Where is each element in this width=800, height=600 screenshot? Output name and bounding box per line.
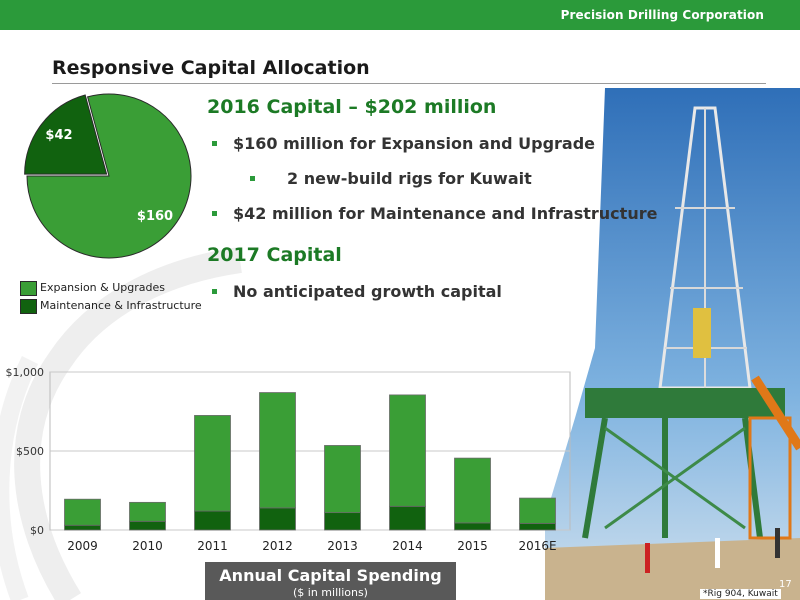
bullet-maintenance: $42 million for Maintenance and Infrastr…	[212, 204, 657, 223]
bar-expansion-2010	[129, 501, 166, 522]
x-tick-label: 2014	[392, 539, 423, 553]
slide-title: Responsive Capital Allocation	[52, 57, 370, 79]
legend-swatch	[20, 281, 37, 296]
page-number: 17	[779, 579, 792, 590]
x-tick-label: 2012	[262, 539, 293, 553]
legend-item-expansion: Expansion & Upgrades	[20, 281, 210, 296]
chart-subtitle: ($ in millions)	[293, 586, 368, 599]
legend-swatch	[20, 299, 37, 314]
bullet-marker	[212, 289, 217, 294]
bar-expansion-2011	[194, 415, 231, 512]
bar-maintenance-2012	[259, 507, 296, 531]
bullet-text: No anticipated growth capital	[233, 282, 502, 301]
bullet-text: $42 million for Maintenance and Infrastr…	[233, 204, 658, 223]
header-bar: Precision Drilling Corporation	[0, 0, 800, 30]
bullet-kuwait-rigs: 2 new-build rigs for Kuwait	[250, 169, 532, 188]
legend-label: Expansion & Upgrades	[40, 281, 165, 294]
bar-maintenance-2010	[129, 520, 166, 531]
x-tick-label: 2009	[67, 539, 98, 553]
bullet-expansion: $160 million for Expansion and Upgrade	[212, 134, 595, 153]
bar-expansion-2016E	[519, 497, 556, 524]
capital-2017-heading: 2017 Capital	[207, 244, 342, 266]
x-tick-label: 2015	[457, 539, 488, 553]
y-tick-label: $500	[16, 445, 44, 458]
bar-expansion-2014	[389, 394, 426, 507]
chart-title-box: Annual Capital Spending ($ in millions)	[205, 562, 456, 600]
bullet-marker	[212, 141, 217, 146]
bullet-no-growth: No anticipated growth capital	[212, 282, 502, 301]
bar-expansion-2012	[259, 392, 296, 509]
bullet-text: 2 new-build rigs for Kuwait	[287, 169, 532, 188]
chart-title: Annual Capital Spending	[219, 566, 442, 585]
legend-item-maintenance: Maintenance & Infrastructure	[20, 299, 210, 314]
capital-2016-heading: 2016 Capital – $202 million	[207, 96, 497, 118]
x-tick-label: 2016E	[518, 539, 556, 553]
pie-label-expansion: $160	[137, 209, 173, 224]
photo-caption: *Rig 904, Kuwait	[700, 589, 781, 599]
x-tick-label: 2011	[197, 539, 228, 553]
bullet-marker	[212, 211, 217, 216]
bar-maintenance-2015	[454, 522, 491, 531]
bullet-text: $160 million for Expansion and Upgrade	[233, 134, 596, 153]
bar-maintenance-2011	[194, 510, 231, 531]
title-divider	[52, 83, 766, 84]
bar-expansion-2015	[454, 457, 491, 524]
bullet-marker	[250, 176, 255, 181]
bar-maintenance-2016E	[519, 522, 556, 531]
pie-label-maintenance: $42	[45, 128, 72, 143]
x-tick-label: 2010	[132, 539, 163, 553]
legend-label: Maintenance & Infrastructure	[40, 299, 202, 312]
bar-expansion-2013	[324, 445, 361, 514]
capital-pie-chart: $160 $42	[24, 93, 192, 259]
y-tick-label: $1,000	[6, 366, 45, 379]
company-name: Precision Drilling Corporation	[560, 8, 764, 22]
y-tick-label: $0	[30, 524, 44, 537]
bar-expansion-2009	[64, 498, 101, 526]
x-tick-label: 2013	[327, 539, 358, 553]
bar-maintenance-2013	[324, 512, 361, 531]
bar-maintenance-2009	[64, 524, 101, 531]
bar-maintenance-2014	[389, 505, 426, 531]
